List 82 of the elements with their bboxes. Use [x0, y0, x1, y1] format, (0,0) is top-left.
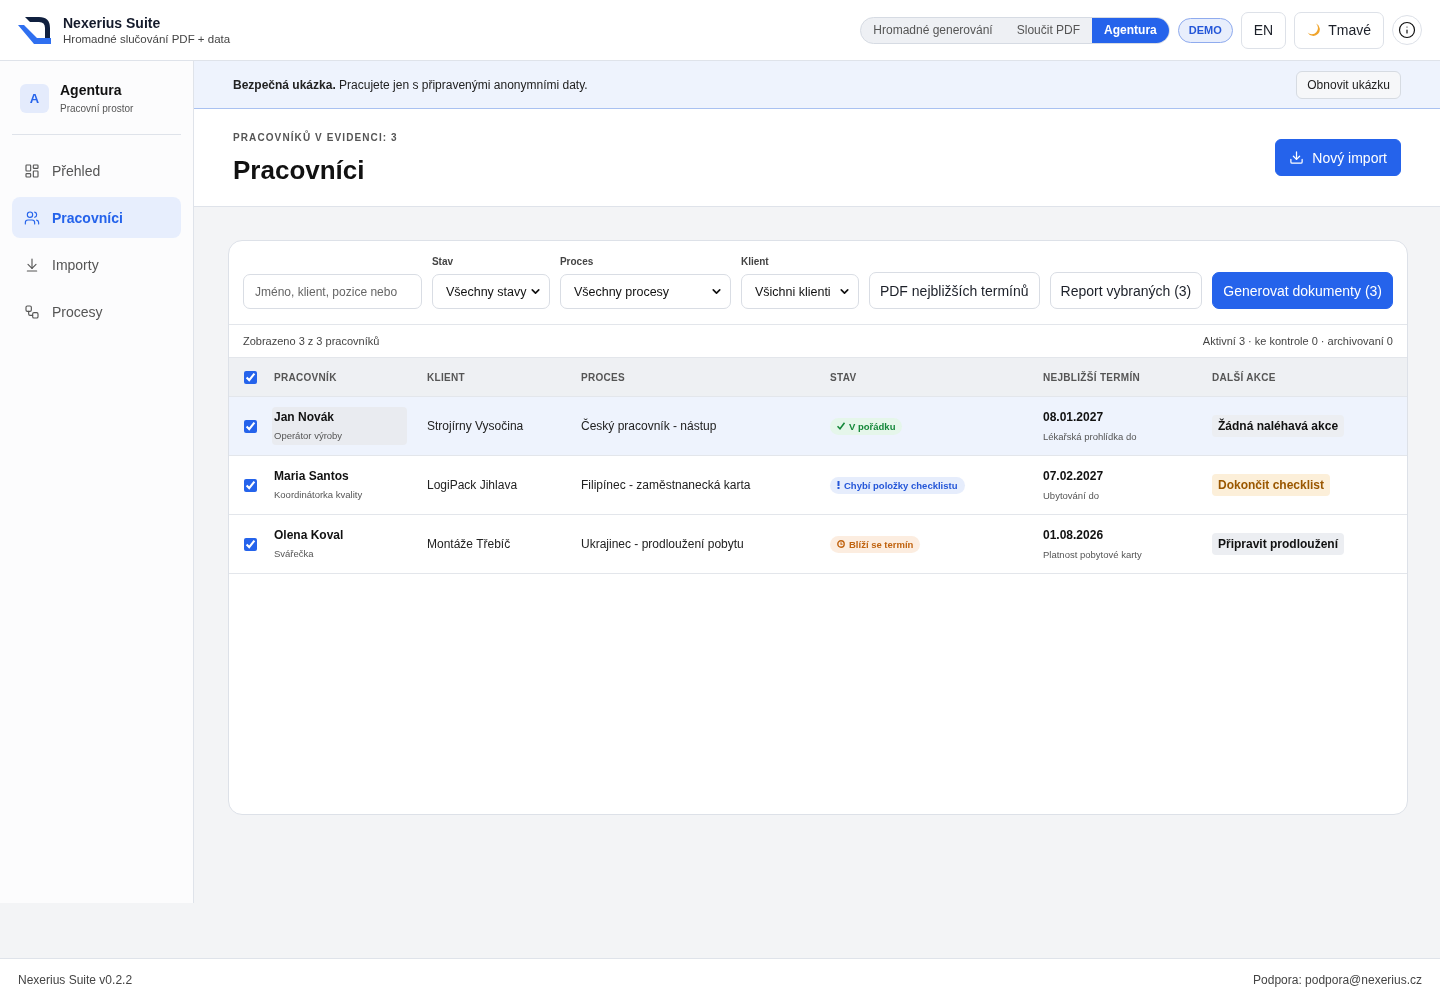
workspace-subtitle: Pracovní prostor: [60, 103, 134, 114]
moon-icon: [1307, 23, 1322, 37]
new-import-button[interactable]: Nový import: [1275, 139, 1401, 176]
deadline-note: Lékařská prohlídka do: [1043, 431, 1138, 442]
client-name: Montáže Třebíč: [427, 537, 511, 551]
worker-name: Jan Novák: [274, 410, 336, 424]
status-badge: Blíží se termín: [830, 535, 921, 553]
workspace-name: Agentura: [60, 82, 123, 98]
row-checkbox[interactable]: [244, 537, 257, 551]
status-badge: Chybí položky checklistu: [830, 476, 965, 494]
demo-notice: Bezpečná ukázka. Pracujete jen s připravenými anonymními daty.: [233, 77, 588, 92]
worker-count: PRACOVNÍKŮ V EVIDENCI: 3: [233, 131, 398, 145]
column-header: STAV: [830, 371, 858, 383]
theme-button[interactable]: Tmavé: [1294, 11, 1384, 49]
status-select[interactable]: Všechny stavy: [431, 274, 550, 309]
process-name: Český pracovník - nástup: [581, 419, 717, 433]
deadline-note: Platnost pobytové karty: [1043, 549, 1143, 560]
filter-label: Proces: [559, 256, 595, 268]
deadline-date: 07.02.2027: [1043, 469, 1105, 483]
support-contact: Podpora: podpora@nexerius.cz: [1253, 972, 1422, 987]
worker-role: Operátor výroby: [274, 430, 344, 441]
generate-button[interactable]: Generovat dokumenty (3): [1212, 272, 1393, 309]
next-action-button[interactable]: Připravit prodloužení: [1212, 533, 1344, 555]
info-icon: [1398, 21, 1416, 39]
clock-icon: [837, 540, 845, 548]
search-field[interactable]: Jméno, klient, pozice nebo: [243, 274, 422, 309]
export-button[interactable]: Report vybraných (3): [1049, 272, 1203, 309]
download-icon: [1289, 150, 1305, 165]
client-name: Strojírny Vysočina: [427, 419, 524, 433]
process-name: Filipínec - zaměstnanecká karta: [581, 478, 751, 492]
next-action-button[interactable]: Dokončit checklist: [1212, 474, 1331, 496]
deadline-date: 08.01.2027: [1043, 410, 1105, 424]
page-title: Pracovníci: [233, 155, 366, 185]
column-header: KLIENT: [427, 371, 466, 383]
workflow-icon: [24, 303, 40, 320]
hover-highlight[interactable]: Jan Novák Operátor výroby: [272, 407, 407, 445]
process-select[interactable]: Všechny procesy: [559, 274, 731, 309]
app-name: Nexerius Suite: [63, 15, 162, 31]
worker-role: Koordinátorka kvality: [274, 489, 364, 500]
language-button[interactable]: EN: [1240, 11, 1287, 49]
worker-role: Svářečka: [274, 548, 315, 559]
mode-tab[interactable]: Agentura: [1092, 17, 1169, 43]
row-checkbox[interactable]: [244, 478, 257, 492]
select-all-checkbox[interactable]: [244, 370, 257, 384]
filter-label: Stav: [431, 256, 455, 268]
app-tagline: Hromadné slučování PDF + data: [63, 33, 231, 45]
worker-name: Maria Santos: [274, 469, 350, 483]
download-icon: [24, 256, 40, 273]
column-header: NEJBLIŽŠÍ TERMÍN: [1043, 371, 1142, 383]
info-button[interactable]: [1392, 15, 1422, 45]
client-name: LogiPack Jihlava: [427, 478, 518, 492]
mode-tab[interactable]: Hromadné generování: [861, 17, 1005, 43]
status-badge: V pořádku: [830, 417, 903, 435]
reset-demo-button[interactable]: Obnovit ukázku: [1296, 70, 1401, 99]
results-count: Zobrazeno 3 z 3 pracovníků: [243, 335, 380, 347]
export-button[interactable]: PDF nejbližších termínů: [868, 272, 1040, 309]
filter-label: Klient: [740, 256, 770, 268]
mode-tab[interactable]: Sloučit PDF: [1004, 17, 1093, 43]
users-icon: [24, 209, 40, 226]
dashboard-icon: [24, 162, 40, 179]
column-header: DALŠÍ AKCE: [1212, 371, 1277, 383]
column-header: PROCES: [581, 371, 627, 383]
status-counts: Aktivní 3 · ke kontrole 0 · archivovaní 0: [1202, 335, 1393, 347]
worker-name: Olena Koval: [274, 528, 345, 542]
workspace-avatar: A: [20, 83, 49, 113]
deadline-note: Ubytování do: [1043, 490, 1100, 501]
client-select[interactable]: Všichni klienti: [740, 274, 859, 309]
table-row[interactable]: Jan Novák Operátor výroby Strojírny Vysočina Český pracovník - nástup V pořádku 08.01.2027 Lékařská prohlídka do Žádná naléhavá akce: [229, 397, 1407, 456]
row-checkbox[interactable]: [244, 419, 257, 433]
app-version: Nexerius Suite v0.2.2: [18, 972, 133, 987]
nav-item[interactable]: Procesy: [12, 291, 181, 332]
check-icon: [837, 422, 845, 430]
deadline-date: 01.08.2026: [1043, 528, 1105, 542]
nav-item[interactable]: Pracovníci: [12, 197, 181, 238]
nav-item[interactable]: Přehled: [12, 150, 181, 191]
process-name: Ukrajinec - prodloužení pobytu: [581, 537, 744, 551]
column-header: PRACOVNÍK: [274, 371, 338, 383]
demo-badge: DEMO: [1177, 17, 1233, 43]
logo-icon: [18, 16, 51, 44]
nav-item[interactable]: Importy: [12, 244, 181, 285]
next-action-button[interactable]: Žádná naléhavá akce: [1212, 415, 1345, 437]
exclamation-icon: [837, 481, 840, 489]
